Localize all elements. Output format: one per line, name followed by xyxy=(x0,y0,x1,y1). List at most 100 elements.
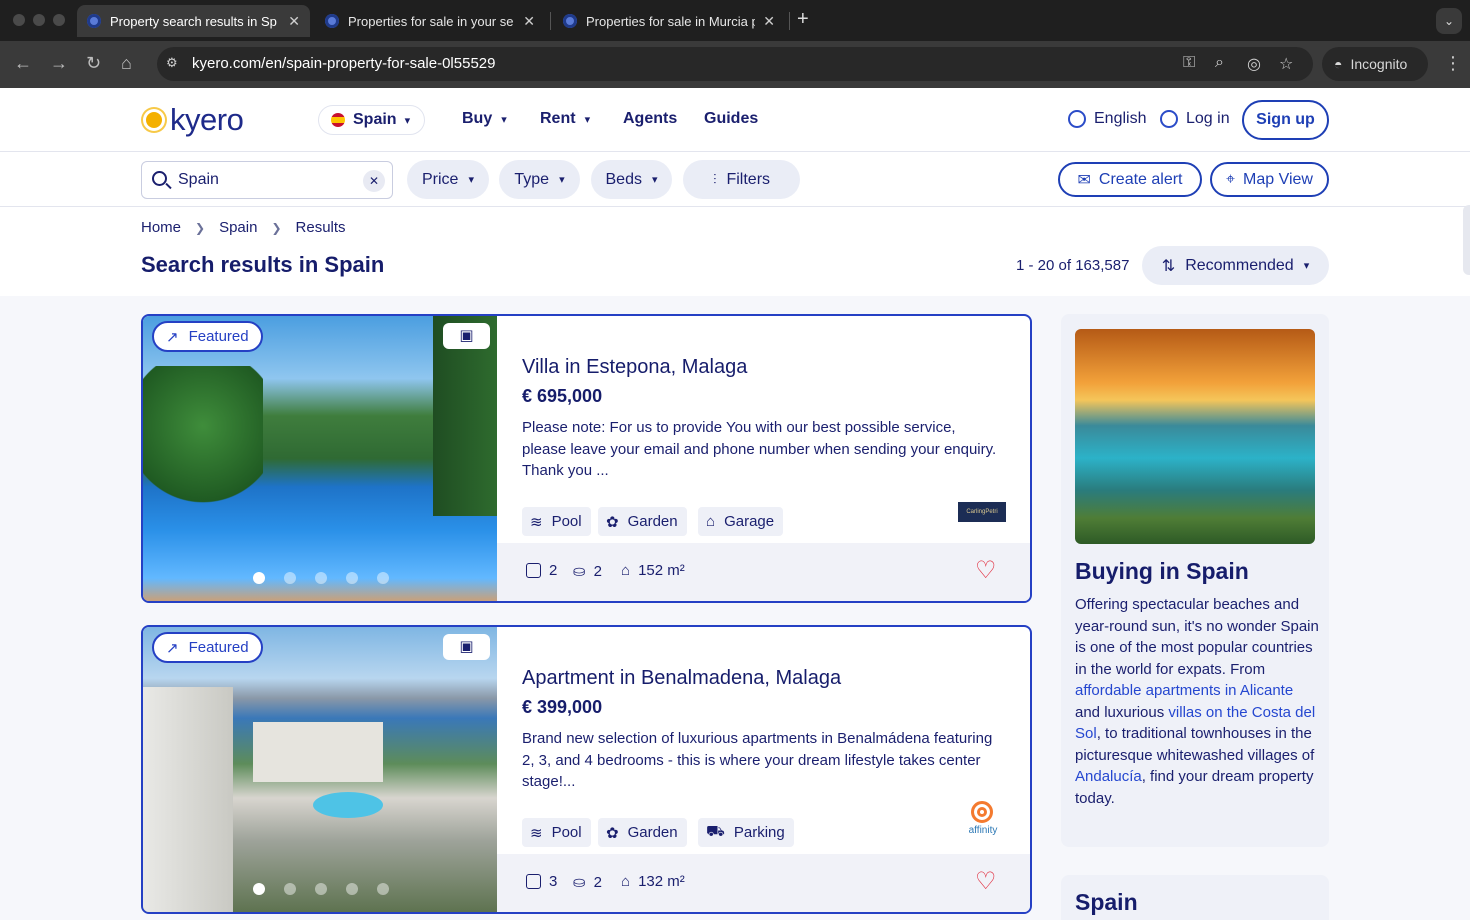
forward-arrow-icon[interactable]: → xyxy=(50,53,68,74)
carousel-dot[interactable] xyxy=(346,883,358,895)
create-alert-button[interactable]: ✉ Create alert xyxy=(1058,162,1202,197)
favorite-heart-icon[interactable]: ♡ xyxy=(975,556,997,585)
listing-title[interactable]: Villa in Estepona, Malaga xyxy=(522,356,747,379)
listing-photo[interactable] xyxy=(143,627,497,912)
bedrooms-stat: 2 xyxy=(526,562,557,579)
virtual-tour-icon[interactable]: ▣ xyxy=(443,634,490,660)
carousel-dot[interactable] xyxy=(377,883,389,895)
more-filters-button[interactable]: ⫶ Filters xyxy=(683,160,800,199)
tab-close-icon[interactable]: ✕ xyxy=(288,13,300,30)
feature-label: Pool xyxy=(551,824,582,841)
login-link[interactable]: Log in xyxy=(1160,110,1230,128)
breadcrumb-home[interactable]: Home xyxy=(141,219,181,236)
location-search-input[interactable]: Spain ✕ xyxy=(141,161,393,199)
agent-logo[interactable]: CarlingPetri xyxy=(958,502,1006,522)
kyero-logo[interactable]: kyero xyxy=(141,102,244,138)
tab-separator xyxy=(550,12,551,30)
window-minimize-dot[interactable] xyxy=(33,14,45,26)
tab-close-icon[interactable]: ✕ xyxy=(763,13,775,30)
browser-tab-3[interactable]: Properties for sale in Murcia p ✕ xyxy=(553,5,785,37)
alicante-apartments-link[interactable]: affordable apartments in Alicante xyxy=(1075,682,1293,699)
browser-menu-icon[interactable]: ⋮ xyxy=(1444,53,1462,74)
andalucia-link[interactable]: Andalucía xyxy=(1075,768,1142,785)
breadcrumb: Home ❯ Spain ❯ Results xyxy=(141,219,346,236)
carousel-dot[interactable] xyxy=(315,883,327,895)
flower-icon: ✿ xyxy=(606,513,619,531)
bath-icon: ⛀ xyxy=(573,563,586,580)
chevron-down-icon: ▾ xyxy=(1303,260,1310,272)
logo-wordmark: kyero xyxy=(170,102,244,137)
price-filter[interactable]: Price ▾ xyxy=(407,160,489,199)
reload-icon[interactable]: ↻ xyxy=(86,53,101,74)
bedrooms-stat: 3 xyxy=(526,873,557,890)
guide-text-part: , to traditional townhouses in the pictu… xyxy=(1075,725,1315,764)
carousel-dot[interactable] xyxy=(377,572,389,584)
carousel-dot[interactable] xyxy=(284,883,296,895)
url-text[interactable]: kyero.com/en/spain-property-for-sale-0l5… xyxy=(192,55,495,72)
agent-logo-text: affinity xyxy=(968,825,998,836)
create-alert-label: Create alert xyxy=(1098,170,1183,188)
listing-card[interactable]: ↗ Featured ▣ Villa in Estepona, Malaga €… xyxy=(141,314,1032,603)
window-zoom-dot[interactable] xyxy=(53,14,65,26)
listing-photo[interactable] xyxy=(143,316,497,601)
virtual-tour-icon[interactable]: ▣ xyxy=(443,323,490,349)
new-tab-plus-icon[interactable]: + xyxy=(797,8,809,31)
eye-off-icon[interactable]: ◎ xyxy=(1247,54,1261,74)
password-key-icon[interactable]: ⚿ xyxy=(1183,54,1195,72)
back-arrow-icon[interactable]: ← xyxy=(14,53,32,74)
breadcrumb-results: Results xyxy=(295,219,346,236)
beds-filter[interactable]: Beds ▾ xyxy=(591,160,672,199)
listing-card[interactable]: ↗ Featured ▣ Apartment in Benalmadena, M… xyxy=(141,625,1032,914)
bathrooms-value: 2 xyxy=(593,873,602,891)
nav-buy[interactable]: Buy ▾ xyxy=(462,110,507,128)
side-feedback-tab[interactable] xyxy=(1463,205,1470,275)
feature-label: Garage xyxy=(724,513,775,530)
featured-badge: ↗ Featured xyxy=(152,321,263,352)
breadcrumb-spain[interactable]: Spain xyxy=(219,219,257,236)
clear-search-icon[interactable]: ✕ xyxy=(363,170,385,192)
zoom-icon[interactable]: ⌕ xyxy=(1215,54,1224,72)
spain-panel-title: Spain xyxy=(1075,889,1138,915)
browser-tab-1[interactable]: Property search results in Sp ✕ xyxy=(77,5,310,37)
chevron-down-icon: ▾ xyxy=(404,114,411,127)
nav-guides[interactable]: Guides xyxy=(704,110,758,128)
chevron-down-icon: ▾ xyxy=(468,174,474,186)
signup-button[interactable]: Sign up xyxy=(1242,100,1329,140)
browser-tab-2[interactable]: Properties for sale in your se ✕ xyxy=(315,5,545,37)
carousel-dot[interactable] xyxy=(253,572,265,584)
type-filter[interactable]: Type ▾ xyxy=(499,160,580,199)
site-settings-icon[interactable]: ⚙ xyxy=(166,55,178,71)
feature-label: Parking xyxy=(733,824,785,841)
building xyxy=(143,687,233,912)
carousel-dot[interactable] xyxy=(346,572,358,584)
chevron-right-icon: ❯ xyxy=(271,220,282,235)
bookmark-star-icon[interactable]: ☆ xyxy=(1279,54,1293,74)
language-selector[interactable]: English xyxy=(1068,110,1146,128)
filter-label: Type xyxy=(514,170,550,188)
carousel-dot[interactable] xyxy=(315,572,327,584)
user-icon xyxy=(1160,110,1178,128)
sun-logo-icon xyxy=(141,107,167,133)
globe-icon xyxy=(1068,110,1086,128)
tab-search-chevron-icon[interactable]: ⌄ xyxy=(1436,8,1462,34)
map-view-button[interactable]: ⌖ Map View xyxy=(1210,162,1329,197)
map-pin-icon: ⌖ xyxy=(1226,170,1236,188)
carousel-dot[interactable] xyxy=(253,883,265,895)
favorite-heart-icon[interactable]: ♡ xyxy=(975,867,997,896)
nav-label: Guides xyxy=(704,110,759,127)
house-icon: ⌂ xyxy=(621,873,631,890)
country-selector[interactable]: Spain ▾ xyxy=(318,105,426,135)
home-icon[interactable]: ⌂ xyxy=(121,53,132,74)
guide-text: Offering spectacular beaches and year-ro… xyxy=(1075,594,1319,809)
nav-agents[interactable]: Agents xyxy=(623,110,677,128)
tab-close-icon[interactable]: ✕ xyxy=(523,13,535,30)
address-bar[interactable]: ⚙ kyero.com/en/spain-property-for-sale-0… xyxy=(157,47,1313,81)
incognito-indicator[interactable]: ◓ Incognito xyxy=(1322,47,1428,81)
agent-logo[interactable]: affinity xyxy=(961,801,1005,849)
carousel-dot[interactable] xyxy=(284,572,296,584)
nav-rent[interactable]: Rent ▾ xyxy=(540,110,590,128)
window-close-dot[interactable] xyxy=(13,14,25,26)
sort-dropdown[interactable]: ⇅ Recommended ▾ xyxy=(1142,246,1329,285)
listing-title[interactable]: Apartment in Benalmadena, Malaga xyxy=(522,667,841,690)
chevron-right-icon: ❯ xyxy=(195,220,206,235)
